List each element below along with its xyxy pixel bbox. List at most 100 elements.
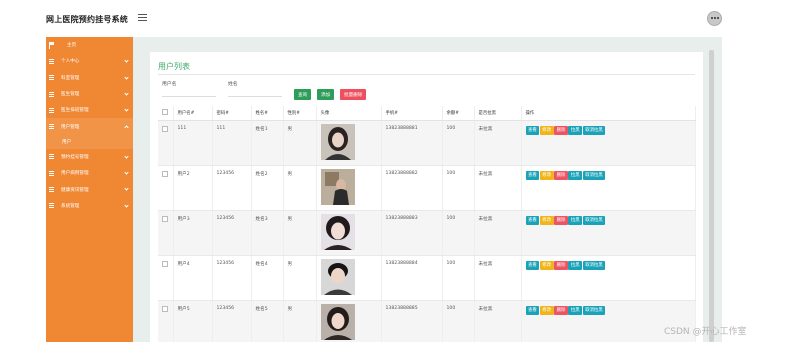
column-header: 是否拉黑 — [474, 106, 522, 121]
balance-cell: 100 — [442, 120, 475, 166]
column-header[interactable]: 性别# — [283, 106, 317, 121]
blacklist-status-cell: 未拉黑 — [474, 300, 522, 342]
sidebar-item-departments[interactable]: 科室管理 — [46, 70, 133, 86]
row-checkbox[interactable] — [162, 260, 168, 267]
name-cell: 姓名1 — [251, 120, 284, 166]
edit-button[interactable]: 修改 — [539, 215, 554, 225]
view-button[interactable]: 查看 — [525, 260, 540, 270]
list-icon — [49, 154, 55, 160]
delete-button[interactable]: 删除 — [554, 170, 568, 180]
avatar-cell — [316, 300, 382, 342]
balance-cell: 100 — [442, 255, 475, 301]
name-cell: 姓名2 — [251, 165, 284, 211]
blacklist-button[interactable]: 拉黑 — [568, 125, 583, 135]
unblacklist-button[interactable]: 取消拉黑 — [582, 260, 606, 270]
app-title: 网上医院预约挂号系统 — [46, 15, 128, 24]
phone-cell: 13823888881 — [381, 120, 443, 166]
unblacklist-button[interactable]: 取消拉黑 — [582, 125, 606, 135]
username-cell: 111 — [173, 120, 213, 166]
row-checkbox[interactable] — [162, 305, 168, 312]
user-table: 用户名# 密码# 姓名# 性别# 头像 手机# 余额# 是否拉黑 操作 111 … — [158, 106, 696, 342]
column-header[interactable]: 用户名# — [173, 106, 213, 121]
unblacklist-button[interactable]: 取消拉黑 — [582, 215, 606, 225]
edit-button[interactable]: 修改 — [539, 260, 554, 270]
vertical-scrollbar[interactable] — [709, 50, 714, 342]
select-all-checkbox[interactable] — [162, 108, 168, 115]
sidebar-item-doctor-schedule[interactable]: 医生排班管理 — [46, 102, 133, 118]
row-checkbox[interactable] — [162, 170, 168, 177]
sidebar-subitem-label: 用户 — [62, 139, 72, 145]
add-button[interactable]: 添加 — [317, 89, 335, 100]
sidebar-item-users[interactable]: 用户管理 — [46, 118, 133, 135]
edit-button[interactable]: 修改 — [539, 125, 554, 135]
password-cell: 123456 — [212, 255, 252, 301]
sidebar-item-home[interactable]: 主页 — [46, 37, 133, 53]
blacklist-button[interactable]: 拉黑 — [568, 170, 583, 180]
blacklist-button[interactable]: 拉黑 — [568, 260, 583, 270]
row-select-cell — [158, 120, 174, 166]
table-header-row: 用户名# 密码# 姓名# 性别# 头像 手机# 余额# 是否拉黑 操作 — [158, 106, 696, 121]
sidebar-item-user-cases[interactable]: 用户病例管理 — [46, 165, 133, 181]
column-header[interactable]: 密码# — [212, 106, 252, 121]
actions-cell: 查看 修改 删除 拉黑 取消拉黑 — [521, 120, 696, 166]
delete-button[interactable]: 删除 — [554, 125, 568, 135]
sidebar-item-label: 预约挂号管理 — [61, 154, 89, 160]
list-icon — [49, 107, 55, 113]
column-header[interactable]: 姓名# — [251, 106, 284, 121]
username-cell: 用户4 — [173, 255, 213, 301]
view-button[interactable]: 查看 — [525, 305, 540, 315]
gender-cell: 男 — [283, 165, 317, 211]
view-button[interactable]: 查看 — [525, 170, 540, 180]
view-button[interactable]: 查看 — [525, 215, 540, 225]
chevron-down-icon — [124, 58, 129, 63]
blacklist-button[interactable]: 拉黑 — [568, 215, 583, 225]
hamburger-menu-icon[interactable] — [138, 14, 147, 22]
edit-button[interactable]: 修改 — [539, 305, 554, 315]
gender-cell: 男 — [283, 300, 317, 342]
sidebar-item-label: 用户病例管理 — [61, 171, 89, 177]
column-header: 操作 — [521, 106, 696, 121]
row-checkbox[interactable] — [162, 125, 168, 132]
sidebar-item-system[interactable]: 系统管理 — [46, 198, 133, 214]
sidebar-item-health-news[interactable]: 健康资讯管理 — [46, 181, 133, 197]
balance-cell: 100 — [442, 165, 475, 211]
avatar-cell — [316, 210, 382, 256]
top-header: 网上医院预约挂号系统 — [0, 0, 799, 37]
phone-cell: 13823888883 — [381, 210, 443, 256]
column-header[interactable]: 手机# — [381, 106, 443, 121]
avatar-cell — [316, 255, 382, 301]
query-button[interactable]: 查询 — [294, 89, 312, 100]
view-button[interactable]: 查看 — [525, 125, 540, 135]
sidebar-subitem-users[interactable]: 用户 — [46, 134, 133, 149]
user-avatar[interactable] — [707, 11, 722, 26]
batch-delete-button[interactable]: 批量删除 — [340, 89, 367, 100]
delete-button[interactable]: 删除 — [554, 305, 568, 315]
sidebar-item-appointments[interactable]: 预约挂号管理 — [46, 149, 133, 165]
username-search-input[interactable] — [162, 86, 216, 97]
phone-cell: 13823888884 — [381, 255, 443, 301]
sidebar-item-label: 系统管理 — [61, 203, 80, 209]
unblacklist-button[interactable]: 取消拉黑 — [582, 170, 606, 180]
row-checkbox[interactable] — [162, 215, 168, 222]
list-icon — [49, 75, 55, 81]
table-row: 111 111 姓名1 男 13823888881 100 未拉黑 查看 修改 … — [158, 120, 696, 166]
blacklist-status-cell: 未拉黑 — [474, 120, 522, 166]
sidebar-item-doctors[interactable]: 医生管理 — [46, 86, 133, 102]
delete-button[interactable]: 删除 — [554, 260, 568, 270]
sidebar: 主页 个人中心 科室管理 医生管理 医生排班管理 用户管理 用户 预约挂号管理 … — [46, 37, 133, 342]
csdn-watermark: CSDN @开心工作室 — [664, 327, 747, 337]
name-search-input[interactable] — [228, 86, 282, 97]
sidebar-item-label: 用户管理 — [61, 124, 80, 130]
column-header: 头像 — [316, 106, 382, 121]
list-icon — [49, 187, 55, 193]
delete-button[interactable]: 删除 — [554, 215, 568, 225]
chevron-down-icon — [124, 186, 129, 191]
unblacklist-button[interactable]: 取消拉黑 — [582, 305, 606, 315]
chevron-down-icon — [124, 203, 129, 208]
edit-button[interactable]: 修改 — [539, 170, 554, 180]
row-select-cell — [158, 210, 174, 256]
column-header[interactable]: 余额# — [442, 106, 475, 121]
sidebar-item-personal-center[interactable]: 个人中心 — [46, 53, 133, 69]
row-select-cell — [158, 165, 174, 211]
blacklist-button[interactable]: 拉黑 — [568, 305, 583, 315]
